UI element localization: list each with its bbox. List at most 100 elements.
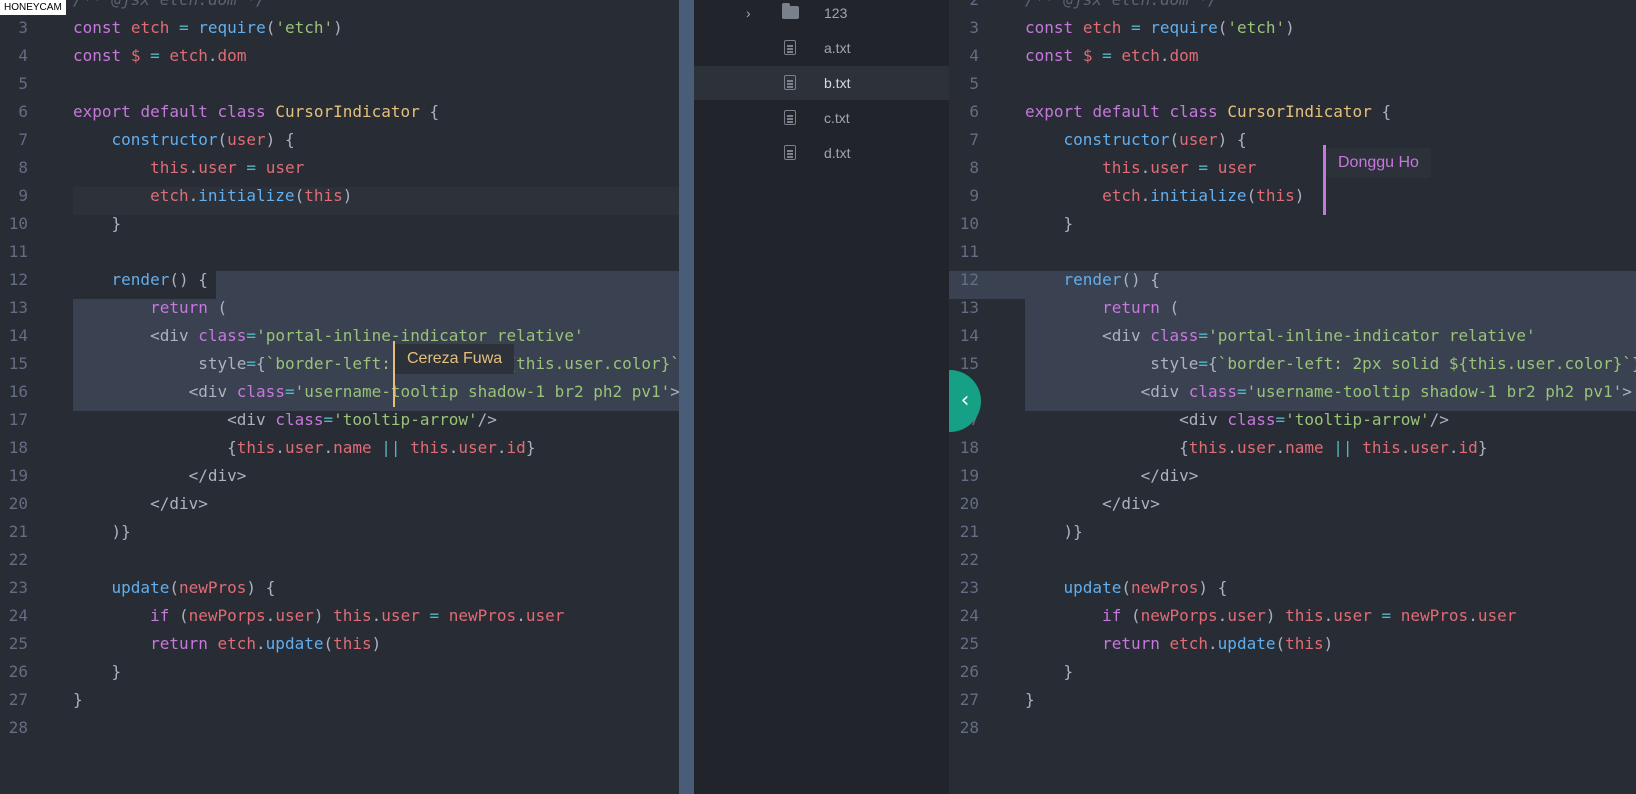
code-text[interactable]: <div class='portal-inline-indicator rela… (1025, 322, 1536, 350)
code-line[interactable]: 21 )} (0, 518, 679, 546)
code-line[interactable]: 22 (0, 546, 679, 574)
code-text[interactable]: /** @jsx etch.dom */ (73, 0, 266, 14)
code-text[interactable]: )} (73, 518, 131, 546)
code-text[interactable]: </div> (1025, 490, 1160, 518)
code-text[interactable]: update(newPros) { (1025, 574, 1228, 602)
right-editor-pane[interactable]: 2 /** @jsx etch.dom */ 3 const etch = requi… (949, 0, 1636, 794)
code-line[interactable]: 21 )} (949, 518, 1636, 546)
code-line[interactable]: 23 update(newPros) { (949, 574, 1636, 602)
code-text[interactable]: style={`border-left: 2px solid ${this.us… (1025, 350, 1636, 378)
code-text[interactable]: etch.initialize(this) (73, 182, 352, 210)
code-line[interactable]: 9 etch.initialize(this) (0, 182, 679, 210)
code-text[interactable]: this.user = user (1025, 154, 1256, 182)
tree-item-c-txt[interactable]: c.txt (694, 101, 949, 135)
code-line[interactable]: 6 export default class CursorIndicator { (949, 98, 1636, 126)
code-text[interactable]: render() { (1025, 266, 1160, 294)
code-line[interactable]: 11 (0, 238, 679, 266)
code-line[interactable]: 3 const etch = require('etch') (949, 14, 1636, 42)
code-text[interactable]: } (73, 686, 83, 714)
code-text[interactable]: export default class CursorIndicator { (73, 98, 439, 126)
code-line[interactable]: 10 } (949, 210, 1636, 238)
code-text[interactable]: <div class='tooltip-arrow'/> (1025, 406, 1449, 434)
code-text[interactable]: </div> (73, 490, 208, 518)
code-line[interactable]: 2 /** @jsx etch.dom */ (949, 0, 1636, 14)
code-line[interactable]: 12 render() { (0, 266, 679, 294)
code-line[interactable]: 22 (949, 546, 1636, 574)
code-text[interactable]: </div> (73, 462, 247, 490)
code-text[interactable]: {this.user.name || this.user.id} (73, 434, 535, 462)
code-text[interactable]: )} (1025, 518, 1083, 546)
code-line[interactable]: 7 constructor(user) { (949, 126, 1636, 154)
code-text[interactable]: </div> (1025, 462, 1199, 490)
code-line[interactable]: 18 {this.user.name || this.user.id} (949, 434, 1636, 462)
code-line[interactable]: 6 export default class CursorIndicator { (0, 98, 679, 126)
code-line[interactable]: 3 const etch = require('etch') (0, 14, 679, 42)
code-line[interactable]: 11 (949, 238, 1636, 266)
code-line[interactable]: 24 if (newPorps.user) this.user = newPro… (0, 602, 679, 630)
code-text[interactable]: const $ = etch.dom (73, 42, 246, 70)
code-text[interactable]: <div class='username-tooltip shadow-1 br… (1025, 378, 1632, 406)
code-text[interactable]: return etch.update(this) (73, 630, 381, 658)
tree-item-123[interactable]: › 123 (694, 0, 949, 30)
code-line[interactable]: 4 const $ = etch.dom (0, 42, 679, 70)
code-line[interactable]: 26 } (0, 658, 679, 686)
code-line[interactable]: 17 <div class='tooltip-arrow'/> (949, 406, 1636, 434)
code-text[interactable]: {this.user.name || this.user.id} (1025, 434, 1487, 462)
code-line[interactable]: 17 <div class='tooltip-arrow'/> (0, 406, 679, 434)
code-line[interactable]: 14 <div class='portal-inline-indicator r… (949, 322, 1636, 350)
pane-divider[interactable] (679, 0, 694, 794)
code-line[interactable]: 9 etch.initialize(this) (949, 182, 1636, 210)
code-text[interactable]: if (newPorps.user) this.user = newPros.u… (1025, 602, 1516, 630)
code-line[interactable]: 7 constructor(user) { (0, 126, 679, 154)
code-text[interactable]: const $ = etch.dom (1025, 42, 1198, 70)
code-text[interactable]: /** @jsx etch.dom */ (1025, 0, 1218, 14)
tree-item-d-txt[interactable]: d.txt (694, 136, 949, 170)
code-line[interactable]: 14 <div class='portal-inline-indicator r… (0, 322, 679, 350)
code-text[interactable]: if (newPorps.user) this.user = newPros.u… (73, 602, 564, 630)
code-line[interactable]: 8 this.user = user (0, 154, 679, 182)
code-text[interactable]: <div class='username-tooltip shadow-1 br… (73, 378, 679, 406)
code-text[interactable]: const etch = require('etch') (73, 14, 343, 42)
code-line[interactable]: 28 (949, 714, 1636, 742)
code-text[interactable]: etch.initialize(this) (1025, 182, 1304, 210)
code-line[interactable]: 18 {this.user.name || this.user.id} (0, 434, 679, 462)
code-text[interactable]: } (73, 658, 122, 686)
code-text[interactable]: update(newPros) { (73, 574, 276, 602)
code-line[interactable]: 5 (949, 70, 1636, 98)
code-line[interactable]: 24 if (newPorps.user) this.user = newPro… (949, 602, 1636, 630)
code-text[interactable]: return ( (73, 294, 227, 322)
code-text[interactable]: constructor(user) { (1025, 126, 1247, 154)
code-line[interactable]: 5 (0, 70, 679, 98)
code-text[interactable]: render() { (73, 266, 208, 294)
code-text[interactable]: } (1025, 658, 1074, 686)
code-text[interactable]: style={`border-left: 2px solid ${this.us… (73, 350, 679, 378)
code-text[interactable]: constructor(user) { (73, 126, 295, 154)
code-line[interactable]: 16 <div class='username-tooltip shadow-1… (0, 378, 679, 406)
code-line[interactable]: 25 return etch.update(this) (0, 630, 679, 658)
tree-item-a-txt[interactable]: a.txt (694, 31, 949, 65)
code-text[interactable]: <div class='tooltip-arrow'/> (73, 406, 497, 434)
code-line[interactable]: 4 const $ = etch.dom (949, 42, 1636, 70)
code-line[interactable]: 13 return ( (0, 294, 679, 322)
code-line[interactable]: /** @jsx etch.dom */ (0, 0, 679, 14)
code-line[interactable]: 26 } (949, 658, 1636, 686)
code-line[interactable]: 28 (0, 714, 679, 742)
code-text[interactable]: return etch.update(this) (1025, 630, 1333, 658)
code-line[interactable]: 27} (0, 686, 679, 714)
code-text[interactable]: const etch = require('etch') (1025, 14, 1295, 42)
code-line[interactable]: 20 </div> (0, 490, 679, 518)
left-editor-pane[interactable]: /** @jsx etch.dom */ 3 const etch = requir… (0, 0, 679, 794)
code-text[interactable]: } (1025, 210, 1074, 238)
code-line[interactable]: 13 return ( (949, 294, 1636, 322)
code-line[interactable]: 19 </div> (0, 462, 679, 490)
code-line[interactable]: 10 } (0, 210, 679, 238)
code-text[interactable]: } (1025, 686, 1035, 714)
code-text[interactable]: export default class CursorIndicator { (1025, 98, 1391, 126)
code-line[interactable]: 19 </div> (949, 462, 1636, 490)
code-line[interactable]: 16 <div class='username-tooltip shadow-1… (949, 378, 1636, 406)
code-line[interactable]: 27} (949, 686, 1636, 714)
code-line[interactable]: 15 style={`border-left: 2px solid ${this… (949, 350, 1636, 378)
code-line[interactable]: 23 update(newPros) { (0, 574, 679, 602)
code-line[interactable]: 20 </div> (949, 490, 1636, 518)
tree-item-b-txt[interactable]: b.txt (694, 66, 949, 100)
